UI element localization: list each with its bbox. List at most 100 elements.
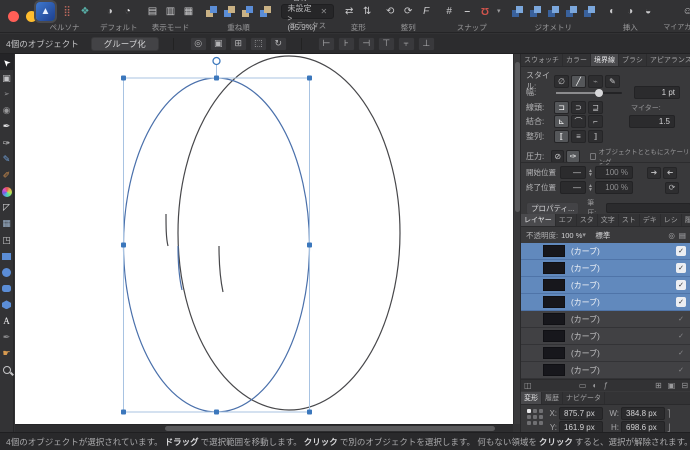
selection-handles[interactable]: [121, 75, 312, 415]
properties-button[interactable]: プロパティ...: [526, 201, 580, 215]
cap-square-icon[interactable]: ⊒: [588, 101, 603, 114]
insert-inside-icon[interactable]: ◒: [640, 3, 656, 19]
place-image-tool[interactable]: ▦: [0, 216, 14, 232]
pen-tool[interactable]: ✒: [0, 119, 14, 135]
align-outside-stroke-icon[interactable]: ⟧: [588, 130, 603, 143]
designer-persona-icon[interactable]: ▲: [36, 1, 55, 21]
pressure-on-icon[interactable]: ✑: [566, 149, 581, 163]
tab-color[interactable]: カラー: [563, 54, 591, 66]
align-left-icon[interactable]: ⊢: [317, 36, 335, 51]
mask-layer-icon[interactable]: ▭: [579, 381, 587, 390]
boolean-subtract-icon[interactable]: [527, 3, 543, 19]
miter-value[interactable]: 1.5: [629, 115, 675, 128]
boolean-intersect-icon[interactable]: [545, 3, 561, 19]
sync-arrows-icon[interactable]: ⟳: [664, 181, 679, 194]
start-stepper[interactable]: ▲ ▼: [588, 168, 593, 177]
layer-visibility-checkbox[interactable]: ✓: [676, 365, 686, 375]
link-layer-icon[interactable]: ◫: [524, 381, 532, 390]
tab-recipe[interactable]: レシ: [661, 214, 682, 226]
node-tool[interactable]: ▣: [0, 70, 14, 86]
rectangle-tool[interactable]: [0, 248, 14, 264]
flip-vertical-icon[interactable]: ⇅: [359, 3, 375, 19]
layer-lock-icon[interactable]: ▤: [679, 231, 686, 240]
mirror-arrows-icon[interactable]: ➜: [662, 166, 677, 179]
zoom-tool[interactable]: [0, 362, 14, 378]
transform-origin-icon[interactable]: ◎: [189, 36, 207, 51]
layer-row[interactable]: (カーブ) ✓: [521, 311, 690, 328]
link-dimensions-icon[interactable]: ⎤: [667, 410, 671, 418]
move-forward-icon[interactable]: [222, 3, 238, 19]
tab-swatches[interactable]: スウォッチ: [521, 54, 563, 66]
move-to-back-icon[interactable]: [258, 3, 274, 19]
view-vector-icon[interactable]: ▤: [145, 3, 161, 19]
move-tool[interactable]: ➤: [0, 54, 14, 71]
tab-navigator[interactable]: ナビゲータ: [563, 392, 605, 404]
grid-icon[interactable]: #: [441, 3, 457, 19]
adjustment-layer-icon[interactable]: ◐: [592, 381, 597, 390]
horizontal-scroll-thumb[interactable]: [165, 426, 495, 431]
text-tool[interactable]: A: [0, 313, 14, 329]
cap-round-icon[interactable]: ⊃: [571, 101, 586, 114]
view-hand-tool[interactable]: ☛: [0, 345, 14, 361]
rounded-rectangle-tool[interactable]: [0, 281, 14, 297]
pixel-persona-icon[interactable]: ⣿: [59, 3, 75, 19]
start-style-select[interactable]: —: [560, 166, 586, 179]
tab-effects[interactable]: エフ: [556, 214, 577, 226]
rotate-selection-icon[interactable]: ↻: [269, 36, 287, 51]
tab-history[interactable]: 履歴: [682, 214, 690, 226]
layer-row[interactable]: (カーブ) ✓: [521, 328, 690, 345]
document-title-chip[interactable]: <名称未設定> (95.9%) ✕: [280, 0, 335, 32]
pressure-profile-bar[interactable]: [606, 203, 690, 213]
guides-icon[interactable]: ⎯: [459, 3, 475, 19]
layer-visibility-checkbox[interactable]: ✓: [676, 314, 686, 324]
opacity-dropdown-icon[interactable]: ▾: [582, 231, 589, 239]
layer-options-icon[interactable]: ◎: [668, 231, 675, 240]
blend-mode-select[interactable]: 標準: [595, 230, 610, 241]
brush-tool[interactable]: ✐: [0, 167, 14, 183]
layer-effects-icon[interactable]: ƒ: [603, 381, 607, 390]
layer-visibility-checkbox[interactable]: ✓: [676, 348, 686, 358]
scale-with-object-checkbox[interactable]: [590, 152, 597, 160]
move-to-front-icon[interactable]: [204, 3, 220, 19]
opacity-value[interactable]: 100 %: [561, 231, 582, 240]
tab-transform[interactable]: 変形: [521, 392, 542, 404]
rotate-left-icon[interactable]: ⟲: [382, 3, 398, 19]
width-slider[interactable]: [556, 88, 622, 97]
tab-history-bottom[interactable]: 履歴: [542, 392, 563, 404]
default-fill-icon[interactable]: ◑: [102, 3, 118, 19]
layer-row[interactable]: (カーブ) ✓: [521, 260, 690, 277]
align-center-icon[interactable]: ⊦: [337, 36, 355, 51]
curve-fragment-dark-1[interactable]: [165, 213, 169, 247]
polygon-tool[interactable]: [0, 297, 14, 313]
snapping-magnet-icon[interactable]: Ω: [477, 3, 493, 19]
width-value[interactable]: 1 pt: [634, 86, 680, 99]
edit-all-layers-icon[interactable]: ⬚: [249, 36, 267, 51]
tab-stroke[interactable]: 境界線: [591, 54, 619, 66]
tab-appearance[interactable]: アピアランス: [647, 54, 690, 66]
layer-visibility-checkbox[interactable]: ✓: [676, 297, 686, 307]
pressure-off-icon[interactable]: ⊘: [550, 149, 565, 163]
ellipse-tool[interactable]: [0, 264, 14, 280]
flip-horizontal-icon[interactable]: ⇄: [341, 3, 357, 19]
selection-box-icon[interactable]: ▣: [209, 36, 227, 51]
tab-layers[interactable]: レイヤー: [521, 214, 556, 226]
curve-dark-ellipse[interactable]: [177, 55, 401, 411]
group-button[interactable]: グループ化: [90, 36, 159, 51]
layer-row[interactable]: (カーブ) ✓: [521, 345, 690, 362]
delete-layer-icon[interactable]: ⊟: [681, 381, 688, 390]
join-bevel-icon[interactable]: ⌐: [588, 115, 603, 128]
tab-styles[interactable]: スタ: [577, 214, 598, 226]
layer-visibility-checkbox[interactable]: ✓: [676, 246, 686, 256]
horizontal-scrollbar[interactable]: [15, 424, 513, 432]
x-input[interactable]: 875.7 px: [559, 407, 603, 420]
corner-tool[interactable]: ◉: [0, 103, 14, 119]
anchor-point-selector[interactable]: [526, 408, 544, 426]
insert-top-icon[interactable]: ◑: [622, 3, 638, 19]
insert-behind-icon[interactable]: ◐: [604, 3, 620, 19]
cap-butt-icon[interactable]: ⊐: [554, 101, 569, 114]
width-slider-knob[interactable]: [595, 88, 603, 97]
style-picker-tool[interactable]: ✒: [0, 329, 14, 345]
view-pixel-icon[interactable]: ▥: [163, 3, 179, 19]
account-person-icon[interactable]: ☺: [680, 3, 690, 19]
curve-blue-ellipse[interactable]: [122, 77, 311, 413]
